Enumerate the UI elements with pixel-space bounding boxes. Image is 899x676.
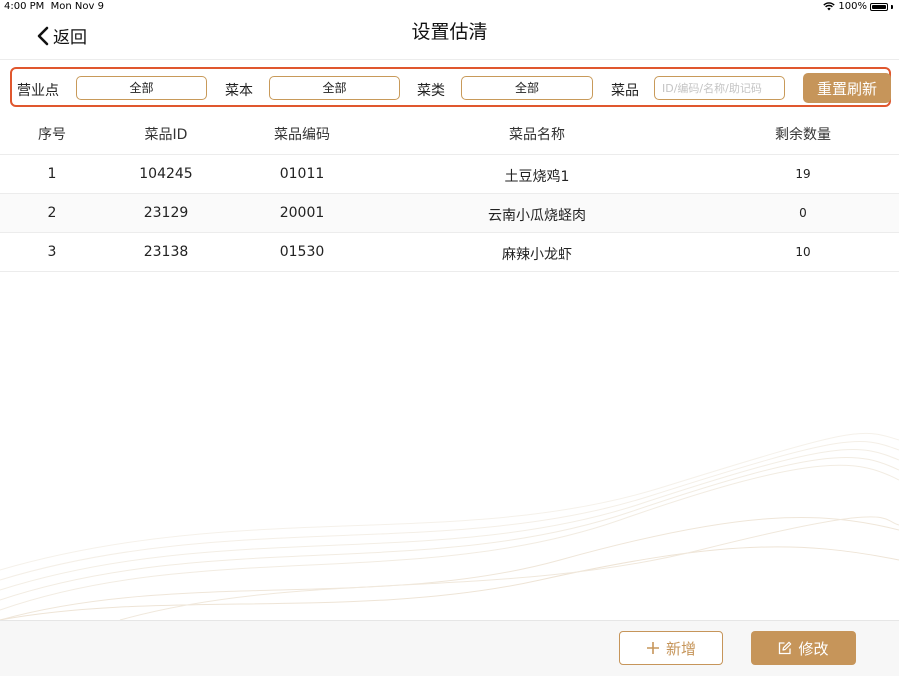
- header-remaining-qty: 剩余数量: [775, 127, 831, 143]
- status-bar: 4:00 PM Mon Nov 9 100%: [0, 0, 899, 14]
- table-body: 1 104245 01011 土豆烧鸡1 19 2 23129 20001 云南…: [0, 155, 899, 272]
- page-title: 设置估清: [411, 21, 488, 43]
- add-button[interactable]: 新增: [619, 631, 723, 665]
- edit-button[interactable]: 修改: [751, 631, 856, 665]
- header-dish-code: 菜品编码: [274, 127, 330, 143]
- menu-label: 菜本: [225, 83, 253, 99]
- dish-search-input[interactable]: [654, 76, 785, 100]
- status-indicators: 100%: [823, 0, 893, 13]
- category-select[interactable]: 全部: [461, 76, 593, 100]
- status-time: 4:00 PM: [4, 1, 45, 12]
- row-remaining-qty: 0: [799, 206, 807, 220]
- row-dish-code: 20001: [279, 205, 325, 221]
- table-header: 序号 菜品ID 菜品编码 菜品名称 剩余数量: [0, 112, 899, 155]
- header-dish-id: 菜品ID: [144, 127, 188, 143]
- table-row[interactable]: 3 23138 01530 麻辣小龙虾 10: [0, 233, 899, 272]
- plus-icon: [646, 642, 659, 654]
- battery-icon: [870, 2, 888, 11]
- table-row[interactable]: 1 104245 01011 土豆烧鸡1 19: [0, 155, 899, 194]
- header-dish-name: 菜品名称: [509, 127, 565, 143]
- category-label: 菜类: [417, 83, 445, 99]
- status-date: Mon Nov 9: [50, 1, 104, 12]
- row-remaining-qty: 10: [795, 245, 811, 259]
- row-dish-name: 土豆烧鸡1: [504, 169, 570, 185]
- filter-bar: 营业点 全部 菜本 全部 菜类 全部 菜品 重置刷新: [10, 67, 891, 107]
- add-label: 新增: [665, 639, 696, 658]
- row-dish-code: 01011: [279, 166, 325, 182]
- row-dish-id: 23138: [143, 244, 189, 260]
- menu-select[interactable]: 全部: [269, 76, 400, 100]
- table-row[interactable]: 2 23129 20001 云南小瓜烧蛏肉 0: [0, 194, 899, 233]
- row-dish-name: 麻辣小龙虾: [502, 247, 572, 263]
- footer-toolbar: 新增 修改: [0, 620, 899, 676]
- battery-percent: 100%: [838, 1, 867, 12]
- row-remaining-qty: 19: [795, 167, 811, 181]
- edit-icon: [779, 641, 792, 655]
- header-index: 序号: [38, 127, 66, 143]
- dish-label: 菜品: [611, 83, 639, 99]
- outlet-select[interactable]: 全部: [76, 76, 207, 100]
- edit-label: 修改: [798, 639, 829, 658]
- outlet-label: 营业点: [17, 83, 59, 99]
- row-dish-id: 104245: [139, 166, 193, 182]
- wifi-icon: [823, 2, 836, 11]
- decorative-wave-background: [0, 432, 899, 620]
- row-index: 1: [47, 166, 57, 182]
- nav-bar: 返回 设置估清: [0, 14, 899, 60]
- reset-refresh-button[interactable]: 重置刷新: [803, 73, 891, 103]
- battery-tip: [891, 4, 893, 9]
- row-index: 2: [47, 205, 57, 221]
- row-dish-id: 23129: [143, 205, 189, 221]
- row-dish-code: 01530: [279, 244, 325, 260]
- status-time-date: 4:00 PM Mon Nov 9: [4, 0, 104, 13]
- row-dish-name: 云南小瓜烧蛏肉: [488, 208, 586, 224]
- row-index: 3: [47, 244, 57, 260]
